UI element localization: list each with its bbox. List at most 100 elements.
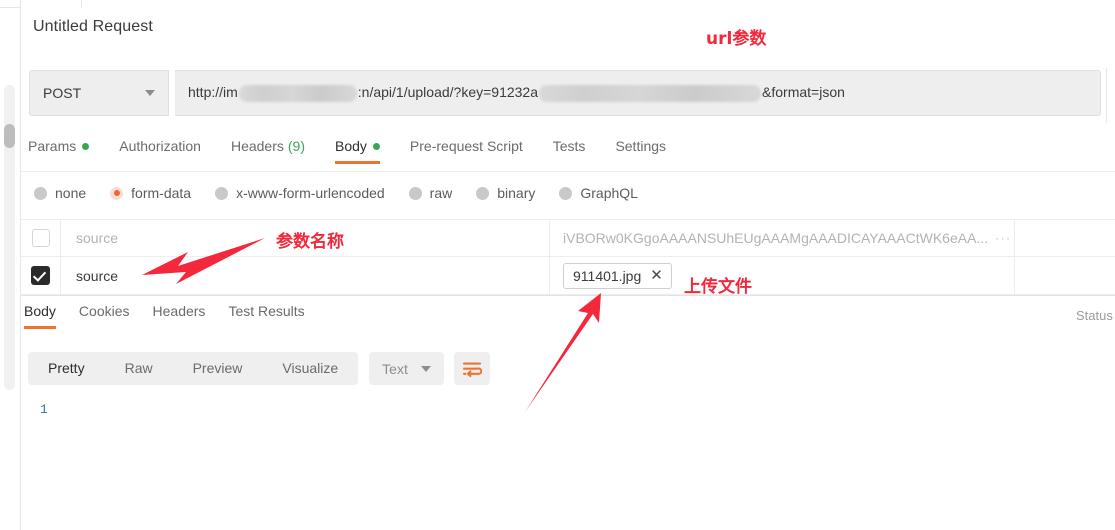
tab-pre-request-script-label: Pre-request Script (409, 138, 523, 154)
radio-icon-none (34, 186, 47, 200)
radio-icon-raw (408, 186, 422, 200)
http-method-select[interactable]: POST (29, 70, 169, 116)
url-redaction-2 (539, 84, 762, 102)
response-body-editor[interactable] (21, 395, 1115, 530)
request-tabs: Params Authorization Headers (9) Body Pr… (28, 138, 696, 172)
status-badge: Status (1076, 308, 1113, 323)
tab-pre-request-script[interactable]: Pre-request Script (410, 138, 523, 164)
close-icon[interactable]: ✕ (650, 268, 663, 283)
file-chip[interactable]: 911401.jpg ✕ (563, 262, 672, 289)
url-input[interactable]: http://im :n/api/1/upload/?key=91232a &for… (175, 70, 1101, 116)
response-view-toolbar: Pretty Raw Preview Visualize Text (28, 352, 490, 385)
url-prefix: http://im (188, 84, 238, 101)
view-mode-segmented-control: Pretty Raw Preview Visualize (28, 352, 359, 385)
url-suffix: &format=json (762, 84, 845, 101)
view-mode-visualize[interactable]: Visualize (262, 352, 358, 385)
response-tab-cookies[interactable]: Cookies (79, 303, 130, 329)
view-mode-raw[interactable]: Raw (105, 352, 173, 385)
http-method-label: POST (43, 85, 82, 101)
key-value-2: source (76, 267, 119, 284)
response-tab-test-results-label: Test Results (228, 303, 305, 319)
tab-authorization[interactable]: Authorization (119, 138, 201, 164)
body-type-graphql-label: GraphQL (580, 185, 638, 201)
response-tab-test-results[interactable]: Test Results (228, 303, 304, 329)
url-redaction-1 (238, 84, 357, 102)
postman-window: Untitled Request POST http://im :n/api/1/… (0, 0, 1115, 530)
request-tabs-divider (21, 171, 1115, 172)
response-tab-cookies-label: Cookies (78, 303, 130, 319)
description-cell-1[interactable] (1015, 220, 1115, 256)
annotation-url-parameter: url参数 (706, 29, 767, 49)
form-data-table: source iVBORw0KGgoAAAANSUhEUgAAAMgAAADIC… (21, 219, 1115, 295)
table-row[interactable]: source iVBORw0KGgoAAAANSUhEUgAAAMgAAADIC… (21, 219, 1115, 257)
editor-line-number: 1 (40, 402, 48, 417)
url-text: http://im :n/api/1/upload/?key=91232a &for… (188, 84, 845, 102)
table-row[interactable]: source 911401.jpg ✕ (21, 257, 1115, 295)
tab-settings-label: Settings (615, 138, 667, 154)
value-input-1[interactable]: iVBORw0KGgoAAAANSUhEUgAAAMgAAADICAYAAACt… (550, 220, 1015, 256)
url-mid: :n/api/1/upload/?key=91232a (357, 84, 539, 101)
page-title: Untitled Request (33, 18, 153, 35)
row-enable-cell-1[interactable] (21, 220, 61, 256)
right-rail-divider (1106, 68, 1107, 123)
response-tab-body[interactable]: Body (24, 303, 56, 329)
body-type-none[interactable]: none (34, 185, 86, 201)
value-overflow-ellipsis-1: ··· (995, 231, 1012, 245)
tab-body[interactable]: Body (335, 138, 380, 164)
row-enable-cell-2[interactable] (21, 257, 61, 294)
body-type-raw[interactable]: raw (408, 185, 453, 201)
tab-settings[interactable]: Settings (615, 138, 666, 164)
tab-tests[interactable]: Tests (553, 138, 586, 164)
tab-body-label: Body (335, 138, 367, 154)
format-select-label: Text (382, 360, 408, 377)
body-type-form-data-label: form-data (131, 185, 192, 201)
response-tabs: Body Cookies Headers Test Results (24, 303, 328, 329)
tab-params-label: Params (28, 138, 77, 154)
checkbox-checked-icon[interactable] (31, 266, 50, 285)
body-type-form-data[interactable]: form-data (110, 185, 191, 201)
annotation-upload-file: 上传文件 (684, 277, 752, 297)
top-hairline (0, 7, 20, 8)
response-tab-body-label: Body (24, 303, 56, 319)
body-type-urlencoded[interactable]: x-www-form-urlencoded (215, 185, 385, 201)
radio-icon-graphql (559, 186, 573, 200)
key-placeholder-1: source (76, 230, 119, 246)
annotation-parameter-name: 参数名称 (276, 232, 344, 252)
file-name-label: 911401.jpg (573, 267, 642, 284)
top-tab-divider (81, 0, 82, 8)
view-mode-pretty[interactable]: Pretty (28, 352, 105, 385)
description-cell-2[interactable] (1015, 257, 1115, 294)
bottom-left-filler (0, 390, 20, 530)
word-wrap-icon (462, 362, 482, 377)
radio-icon-form-data (110, 186, 124, 200)
body-type-none-label: none (55, 185, 87, 201)
response-tab-headers-label: Headers (152, 303, 206, 319)
chevron-down-icon (420, 365, 431, 372)
body-modified-dot-icon (372, 142, 380, 150)
body-type-urlencoded-label: x-www-form-urlencoded (236, 185, 385, 201)
url-bar: POST http://im :n/api/1/upload/?key=91232… (29, 70, 1101, 116)
response-tab-body-active-underline (24, 326, 56, 329)
word-wrap-button[interactable] (453, 352, 490, 385)
chevron-down-icon (145, 90, 155, 96)
body-type-raw-label: raw (429, 185, 453, 201)
tab-authorization-label: Authorization (119, 138, 201, 154)
body-type-graphql[interactable]: GraphQL (559, 185, 638, 201)
tab-headers-label: Headers (230, 138, 284, 154)
key-input-2[interactable]: source (61, 257, 550, 294)
tab-headers[interactable]: Headers (9) (231, 138, 305, 164)
checkbox-unchecked-icon[interactable] (31, 229, 50, 247)
radio-icon-binary (476, 186, 490, 200)
tab-headers-count: (9) (287, 138, 305, 154)
value-placeholder-1: iVBORw0KGgoAAAANSUhEUgAAAMgAAADICAYAAACt… (563, 230, 989, 246)
response-tab-headers[interactable]: Headers (153, 303, 206, 329)
tab-params[interactable]: Params (28, 138, 90, 164)
view-mode-preview[interactable]: Preview (173, 352, 263, 385)
format-select[interactable]: Text (369, 352, 444, 385)
radio-icon-urlencoded (215, 186, 229, 200)
body-type-binary[interactable]: binary (476, 185, 535, 201)
params-modified-dot-icon (82, 142, 90, 150)
value-input-2[interactable]: 911401.jpg ✕ (550, 257, 1015, 294)
left-scrollbar-thumb[interactable] (4, 124, 15, 148)
body-type-binary-label: binary (497, 185, 536, 201)
